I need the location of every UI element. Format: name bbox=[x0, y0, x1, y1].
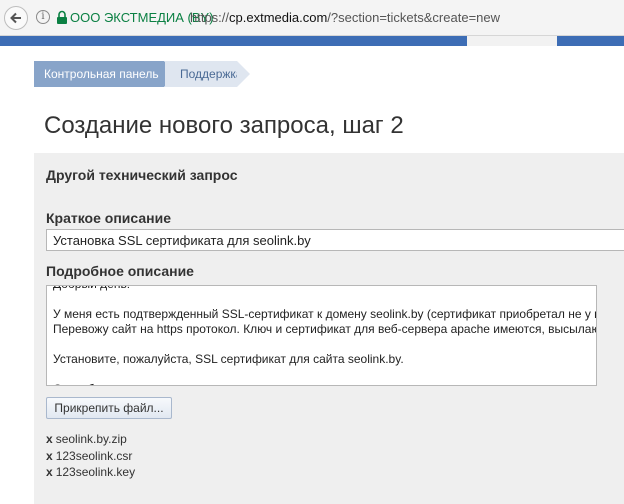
url-host: cp.extmedia.com bbox=[229, 10, 328, 25]
remove-file-button[interactable]: x bbox=[46, 432, 53, 446]
attached-file: x 123seolink.key bbox=[46, 465, 135, 482]
ticket-form-panel: Другой технический запрос Краткое описан… bbox=[34, 153, 624, 504]
back-arrow-icon bbox=[10, 12, 21, 24]
attached-file: x 123seolink.csr bbox=[46, 449, 135, 466]
breadcrumb-support[interactable]: Поддержка bbox=[165, 61, 250, 87]
section-title: Другой технический запрос bbox=[46, 167, 238, 183]
file-name: 123seolink.csr bbox=[55, 448, 133, 463]
browser-address-bar: i ООО ЭКСТМЕДИА (BY) https://cp.extmedia… bbox=[0, 0, 624, 36]
url-field[interactable]: https://cp.extmedia.com/?section=tickets… bbox=[190, 10, 500, 25]
url-path: /?section=tickets&create=new bbox=[327, 10, 501, 25]
info-icon[interactable]: i bbox=[36, 10, 50, 24]
page-title: Создание нового запроса, шаг 2 bbox=[44, 112, 404, 139]
textarea-line: У меня есть подтвержденный SSL-сертифика… bbox=[53, 307, 597, 321]
attached-files-list: x seolink.by.zip x 123seolink.csr x 123seolin… bbox=[46, 432, 135, 482]
textarea-line: Установите, пожалуйста, SSL сертификат д… bbox=[53, 352, 404, 366]
top-nav-band bbox=[0, 36, 624, 46]
file-name: seolink.by.zip bbox=[55, 432, 127, 446]
textarea-line bbox=[53, 337, 593, 352]
textarea-line: Перевожу сайт на https протокол. Ключ и … bbox=[53, 322, 597, 336]
long-description-textarea[interactable]: Добрый день! У меня есть подтвержденный S… bbox=[46, 285, 597, 386]
attach-file-button[interactable]: Прикрепить файл... bbox=[46, 397, 172, 419]
textarea-line bbox=[53, 367, 593, 382]
breadcrumb-control-panel[interactable]: Контрольная панель bbox=[34, 61, 177, 87]
long-description-text: Добрый день! У меня есть подтвержденный S… bbox=[53, 286, 597, 385]
long-description-label: Подробное описание bbox=[46, 263, 194, 279]
textarea-line: Спасибо. bbox=[53, 382, 593, 385]
short-description-input[interactable]: Установка SSL сертификата для seolink.by bbox=[46, 229, 624, 251]
textarea-line: Добрый день! bbox=[53, 286, 593, 292]
top-nav-active-tab bbox=[467, 36, 557, 46]
file-name: 123seolink.key bbox=[55, 465, 136, 479]
remove-file-button[interactable]: x bbox=[46, 449, 53, 463]
url-scheme: https:// bbox=[190, 10, 230, 25]
remove-file-button[interactable]: x bbox=[46, 465, 53, 479]
short-description-label: Краткое описание bbox=[46, 210, 171, 226]
textarea-line bbox=[53, 292, 593, 307]
attached-file: x seolink.by.zip bbox=[46, 432, 135, 449]
back-button[interactable] bbox=[4, 6, 28, 30]
lock-icon bbox=[57, 10, 67, 24]
